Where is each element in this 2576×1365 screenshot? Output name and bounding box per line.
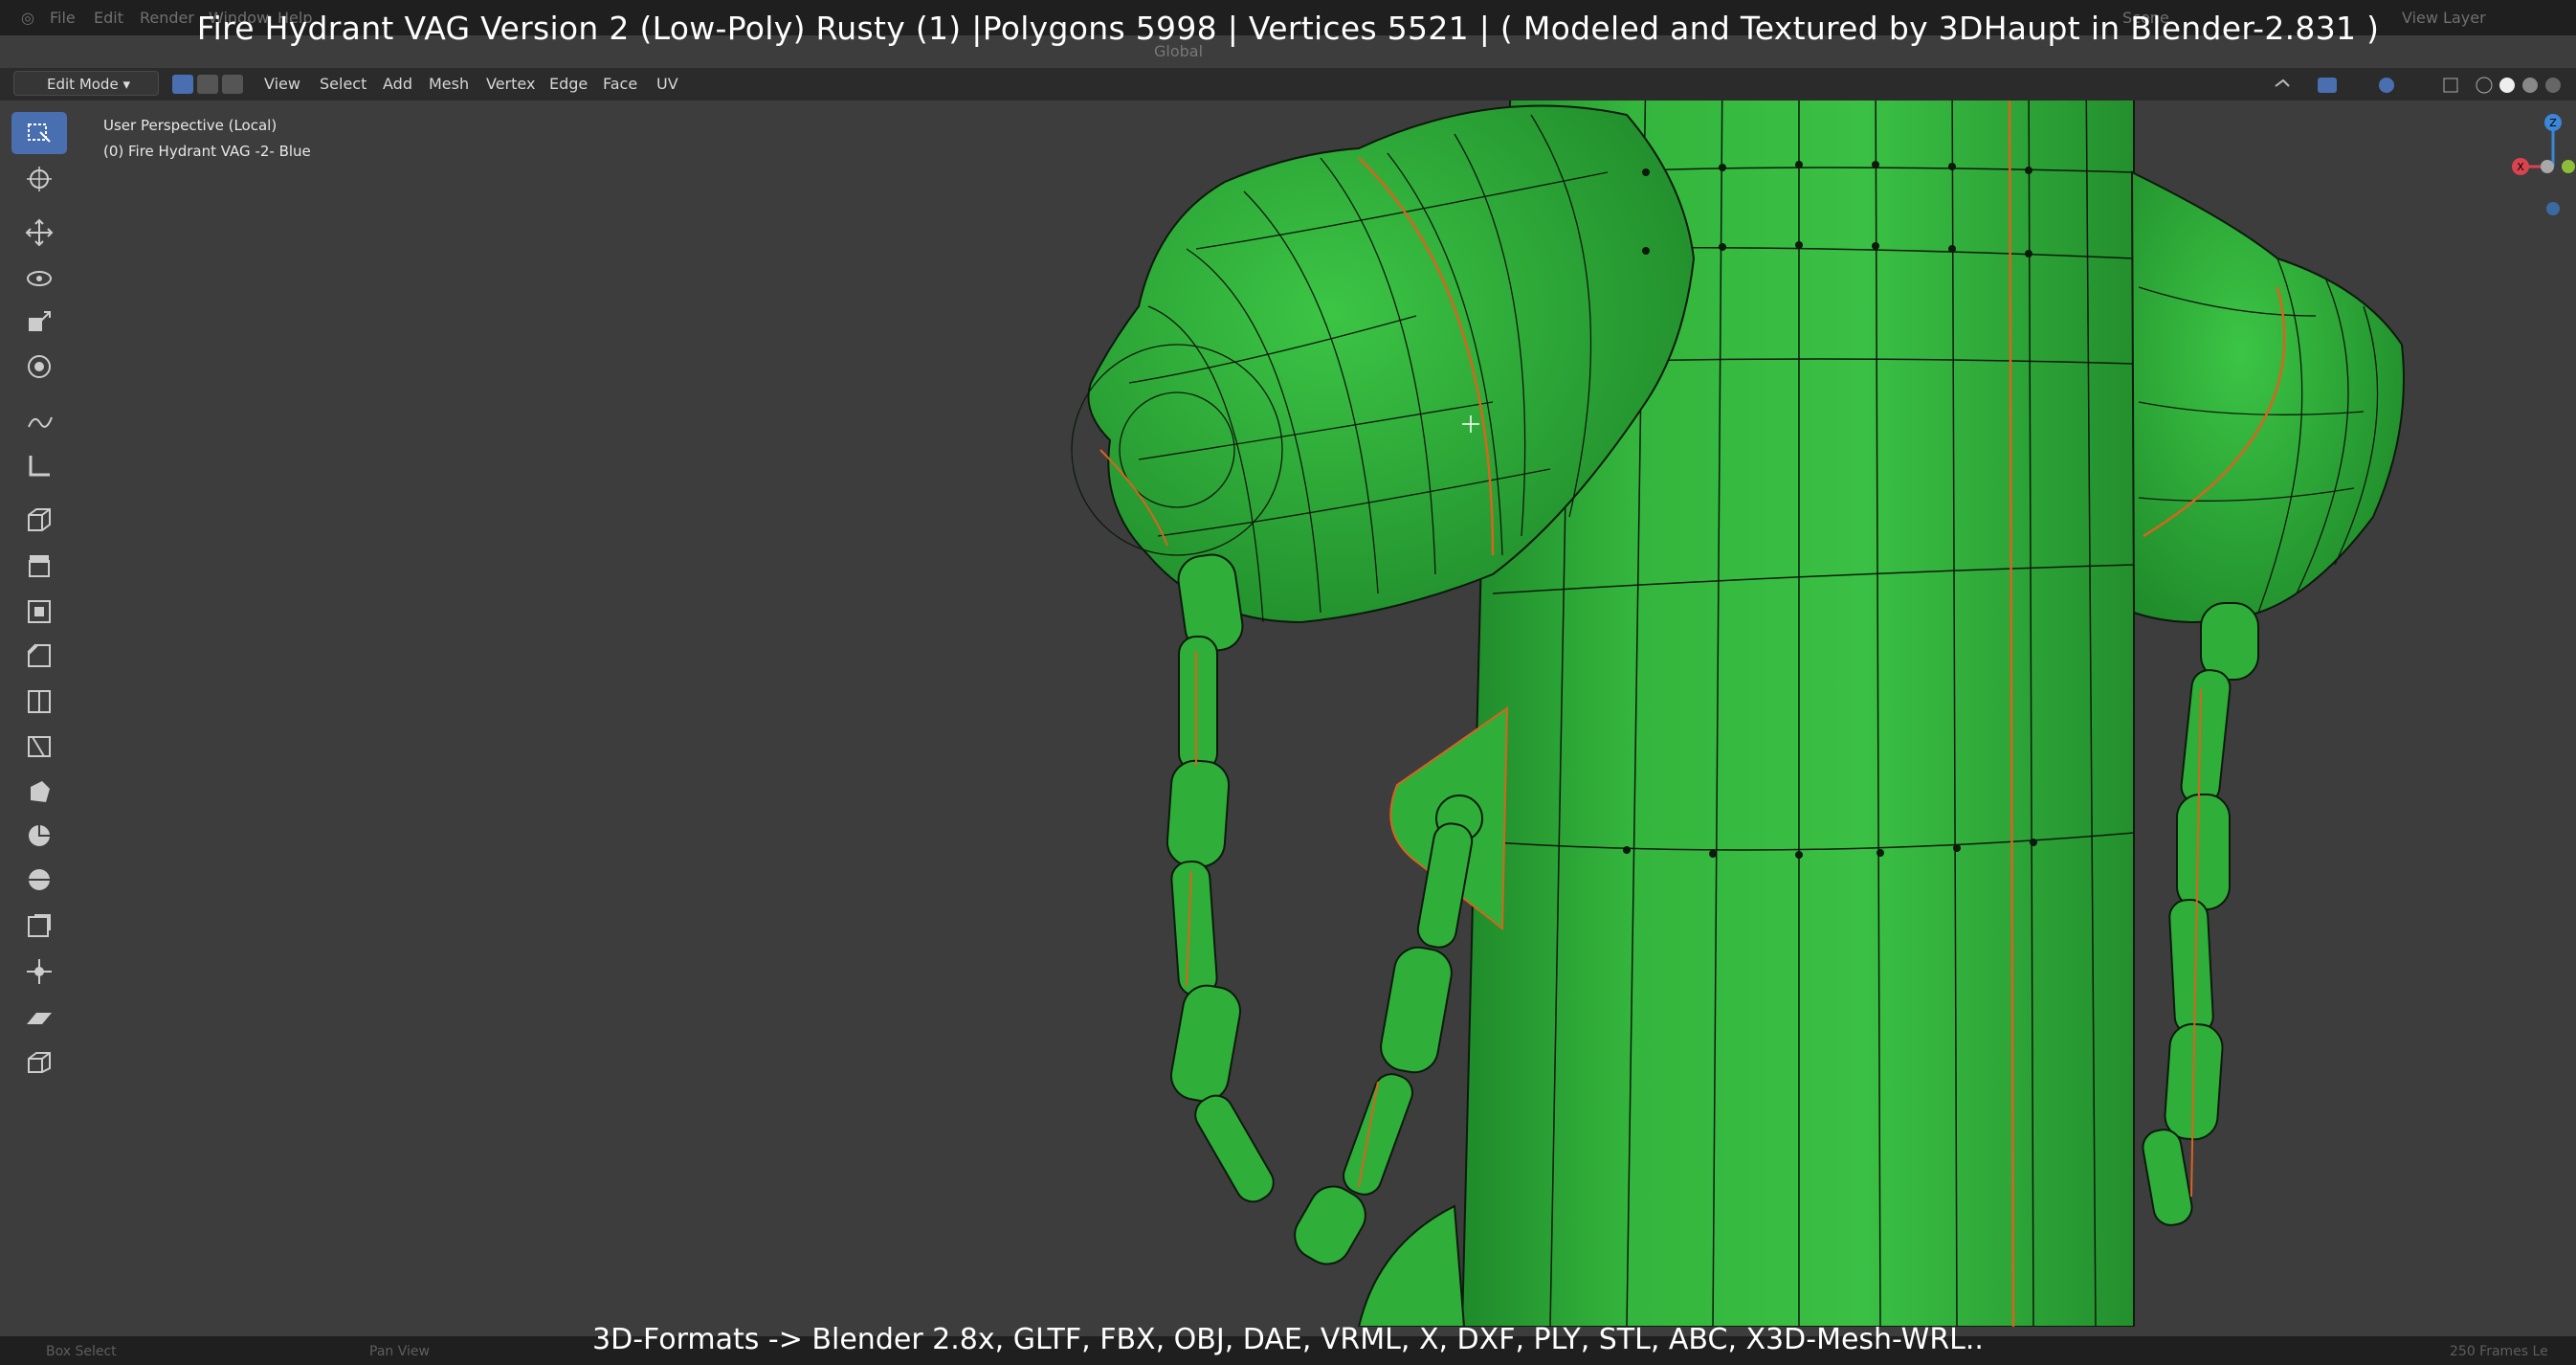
measure-icon [29,456,50,477]
rotate-icon [27,271,52,286]
loop-cut-icon [28,690,51,713]
tool-cursor[interactable] [11,158,67,200]
wireframe-shading-icon [2476,77,2493,94]
y-axis-icon [2562,160,2575,173]
neg-z-axis-icon [2546,202,2560,215]
lower-cap-fragment [1357,1204,1466,1327]
select-box-icon [28,123,51,143]
tool-move[interactable] [11,212,67,254]
hydrant-mesh[interactable] [0,101,2576,1327]
top-menu-bar: ◎ File Edit Render Window Help Scene Vie… [0,0,2576,35]
edge-slide-icon [28,914,51,937]
move-icon [25,218,54,247]
left-chain [1166,553,1474,1265]
tool-shear[interactable] [11,996,67,1039]
mode-label: Edit Mode [47,76,119,93]
face-select-mode-icon[interactable] [222,75,243,94]
mode-dropdown[interactable]: Edit Mode ▾ [13,71,159,96]
annotate-icon [28,416,53,428]
formats-caption: 3D-Formats -> Blender 2.8x, GLTF, FBX, O… [0,1314,2576,1364]
header-menu-edge[interactable]: Edge [544,73,593,95]
tool-knife[interactable] [11,725,67,767]
x-axis-label: X [2517,161,2524,173]
tool-rotate[interactable] [11,257,67,300]
formats-caption-text: 3D-Formats -> Blender 2.8x, GLTF, FBX, O… [592,1322,1984,1356]
transform-orientation-dropdown[interactable]: Global [1148,40,1209,62]
spin-icon [29,825,50,846]
tool-smooth[interactable] [11,859,67,901]
header-menu-view[interactable]: View [258,73,306,95]
3d-viewport[interactable] [0,101,2576,1327]
rip-icon [28,1052,51,1073]
transform-icon [28,355,51,378]
gizmo-toggle-icon [2318,78,2337,93]
material-shading-icon [2522,78,2538,93]
header-menu-mesh[interactable]: Mesh [423,73,475,95]
tool-bevel[interactable] [11,635,67,677]
add-cube-icon [28,508,51,531]
menu-edit[interactable]: Edit [94,9,123,27]
poly-build-icon [31,781,50,802]
menu-file[interactable]: File [50,9,76,27]
tool-scale[interactable] [11,302,67,344]
view-layer-selector[interactable]: View Layer [2402,9,2486,27]
extrude-icon [29,555,50,577]
header-menu-select[interactable]: Select [314,73,372,95]
tool-edge-slide[interactable] [11,905,67,947]
tool-poly-build[interactable] [11,771,67,813]
tool-spin[interactable] [11,815,67,857]
blender-logo-icon[interactable]: ◎ [21,9,34,27]
navigation-gizmo[interactable]: Z X [2509,105,2576,230]
vertex-select-mode-icon[interactable] [172,75,193,94]
solid-shading-icon [2499,78,2515,93]
tool-measure[interactable] [11,445,67,487]
tool-annotate[interactable] [11,399,67,441]
shrink-fatten-icon [27,959,52,984]
shear-icon [27,1013,52,1024]
scale-icon [29,311,51,331]
rendered-shading-icon [2545,78,2561,93]
smooth-icon [29,869,50,890]
right-chain [2142,602,2259,1226]
viewport-info-overlay: User Perspective (Local) (0) Fire Hydran… [103,113,311,165]
bevel-icon [27,643,51,667]
menu-help[interactable]: Help [278,9,312,27]
tool-shrink-fatten[interactable] [11,951,67,993]
tool-inset[interactable] [11,591,67,633]
right-nozzle [2130,170,2405,623]
axis-gizmo-icon: Z X [2512,114,2575,215]
tool-transform[interactable] [11,346,67,388]
inset-icon [28,600,51,623]
menu-render[interactable]: Render [140,9,194,27]
header-menu-vertex[interactable]: Vertex [480,73,541,95]
tool-rip[interactable] [11,1041,67,1083]
cursor-icon [27,167,52,191]
z-axis-label: Z [2549,117,2557,129]
scene-selector[interactable]: Scene [2122,9,2169,27]
tool-loop-cut[interactable] [11,681,67,723]
viewport-shading-icons [2268,75,2565,96]
perspective-label: User Perspective (Local) [103,117,278,134]
xray-icon [2443,78,2458,93]
knife-icon [28,736,51,757]
shading-icons-svg [2275,77,2561,94]
tool-select-box[interactable] [11,112,67,154]
tool-extrude[interactable] [11,545,67,587]
header-menu-add[interactable]: Add [377,73,418,95]
header-menu-face[interactable]: Face [597,73,643,95]
header-menu-uv[interactable]: UV [651,73,684,95]
menu-window[interactable]: Window [209,9,269,27]
overlay-toggle-icon [2379,78,2394,93]
3d-cursor-icon[interactable] [1460,414,1481,435]
edge-select-mode-icon[interactable] [197,75,218,94]
snap-icon [2275,78,2290,87]
active-object-label: (0) Fire Hydrant VAG -2- Blue [103,143,311,160]
tool-add-cube[interactable] [11,499,67,541]
